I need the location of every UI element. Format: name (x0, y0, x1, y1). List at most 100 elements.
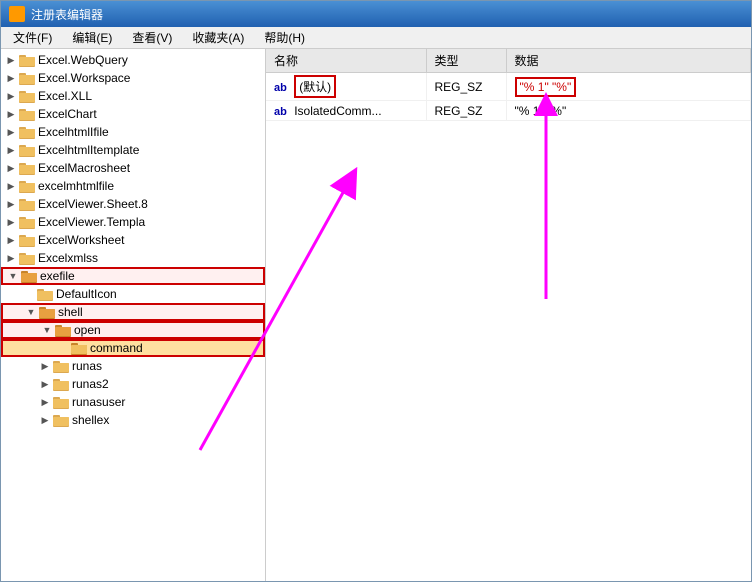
content-area: ▶ Excel.WebQuery ▶ Excel.Workspace ▶ (1, 49, 751, 581)
folder-icon-workspace (19, 71, 35, 85)
menu-view[interactable]: 查看(V) (124, 27, 180, 48)
expander-open[interactable]: ▼ (39, 322, 55, 338)
folder-icon-exefile (21, 269, 37, 283)
expander-mhtmlfile[interactable]: ▶ (3, 178, 19, 194)
expander-viewertmpl[interactable]: ▶ (3, 214, 19, 230)
tree-label-shell: shell (58, 305, 83, 319)
folder-icon-webquery (19, 53, 35, 67)
annotation-arrows (266, 49, 751, 581)
tree-label-mhtmlfile: excelmhtmlfile (38, 179, 114, 193)
folder-icon-shell (39, 305, 55, 319)
reg-name-default[interactable]: ab (默认) (266, 73, 426, 101)
expander-shell[interactable]: ▼ (23, 304, 39, 320)
folder-icon-worksheet (19, 233, 35, 247)
tree-label-xmlss: Excelxmlss (38, 251, 98, 265)
expander-macrosheet[interactable]: ▶ (3, 160, 19, 176)
expander-runasuser[interactable]: ▶ (37, 394, 53, 410)
folder-icon-xmlss (19, 251, 35, 265)
col-header-data: 数据 (506, 49, 751, 73)
tree-item-shell[interactable]: ▼ shell (1, 303, 265, 321)
folder-icon-viewertmpl (19, 215, 35, 229)
folder-icon-command (71, 341, 87, 355)
registry-editor-window: 注册表编辑器 文件(F) 编辑(E) 查看(V) 收藏夹(A) 帮助(H) ▶ … (0, 0, 752, 582)
tree-item-defaulticon[interactable]: ▶ DefaultIcon (1, 285, 265, 303)
folder-icon-runas2 (53, 377, 69, 391)
tree-item-viewertmpl[interactable]: ▶ ExcelViewer.Templa (1, 213, 265, 231)
expander-xll[interactable]: ▶ (3, 88, 19, 104)
folder-icon-chart (19, 107, 35, 121)
tree-item-htmltemplate[interactable]: ▶ ExcelhtmlItemplate (1, 141, 265, 159)
tree-label-shellex: shellex (72, 413, 109, 427)
registry-values-panel: 名称 类型 数据 ab (默认) REG_SZ "% 1" "% (266, 49, 751, 581)
tree-item-htmlfile[interactable]: ▶ ExcelhtmlIfile (1, 123, 265, 141)
tree-label-viewertmpl: ExcelViewer.Templa (38, 215, 145, 229)
tree-item-viewer8[interactable]: ▶ ExcelViewer.Sheet.8 (1, 195, 265, 213)
window-title: 注册表编辑器 (31, 6, 103, 23)
reg-type-isolated: REG_SZ (426, 101, 506, 121)
tree-label-viewer8: ExcelViewer.Sheet.8 (38, 197, 148, 211)
tree-label-xll: Excel.XLL (38, 89, 92, 103)
expander-htmlfile[interactable]: ▶ (3, 124, 19, 140)
tree-item-xll[interactable]: ▶ Excel.XLL (1, 87, 265, 105)
menu-help[interactable]: 帮助(H) (256, 27, 313, 48)
expander-runas2[interactable]: ▶ (37, 376, 53, 392)
app-icon (9, 6, 25, 22)
ab-icon-2: ab (274, 106, 287, 118)
tree-item-worksheet[interactable]: ▶ ExcelWorksheet (1, 231, 265, 249)
tree-label-runas2: runas2 (72, 377, 109, 391)
tree-item-webquery[interactable]: ▶ Excel.WebQuery (1, 51, 265, 69)
menu-favorites[interactable]: 收藏夹(A) (184, 27, 252, 48)
col-header-name: 名称 (266, 49, 426, 73)
tree-label-open: open (74, 323, 101, 337)
expander-webquery[interactable]: ▶ (3, 52, 19, 68)
expander-xmlss[interactable]: ▶ (3, 250, 19, 266)
tree-item-runas2[interactable]: ▶ runas2 (1, 375, 265, 393)
tree-item-exefile[interactable]: ▼ exefile (1, 267, 265, 285)
tree-item-mhtmlfile[interactable]: ▶ excelmhtmlfile (1, 177, 265, 195)
table-row[interactable]: ab IsolatedComm... REG_SZ "% 1" "%" (266, 101, 751, 121)
reg-data-isolated: "% 1" "%" (506, 101, 751, 121)
table-row[interactable]: ab (默认) REG_SZ "% 1" "%" (266, 73, 751, 101)
tree-item-open[interactable]: ▼ open (1, 321, 265, 339)
tree-label-chart: ExcelChart (38, 107, 97, 121)
expander-worksheet[interactable]: ▶ (3, 232, 19, 248)
menu-bar: 文件(F) 编辑(E) 查看(V) 收藏夹(A) 帮助(H) (1, 27, 751, 49)
menu-edit[interactable]: 编辑(E) (64, 27, 120, 48)
registry-table: 名称 类型 数据 ab (默认) REG_SZ "% 1" "% (266, 49, 751, 121)
tree-item-shellex[interactable]: ▶ shellex (1, 411, 265, 429)
expander-viewer8[interactable]: ▶ (3, 196, 19, 212)
reg-data-default: "% 1" "%" (506, 73, 751, 101)
tree-item-xmlss[interactable]: ▶ Excelxmlss (1, 249, 265, 267)
expander-shellex[interactable]: ▶ (37, 412, 53, 428)
tree-label-worksheet: ExcelWorksheet (38, 233, 124, 247)
tree-item-runasuser[interactable]: ▶ runasuser (1, 393, 265, 411)
registry-tree[interactable]: ▶ Excel.WebQuery ▶ Excel.Workspace ▶ (1, 49, 266, 581)
folder-icon-macrosheet (19, 161, 35, 175)
tree-item-command[interactable]: ▶ command (1, 339, 265, 357)
folder-icon-xll (19, 89, 35, 103)
folder-icon-runasuser (53, 395, 69, 409)
expander-htmltemplate[interactable]: ▶ (3, 142, 19, 158)
tree-item-chart[interactable]: ▶ ExcelChart (1, 105, 265, 123)
expander-workspace[interactable]: ▶ (3, 70, 19, 86)
menu-file[interactable]: 文件(F) (5, 27, 60, 48)
expander-chart[interactable]: ▶ (3, 106, 19, 122)
tree-label-htmlfile: ExcelhtmlIfile (38, 125, 109, 139)
folder-icon-htmltemplate (19, 143, 35, 157)
tree-item-runas[interactable]: ▶ runas (1, 357, 265, 375)
tree-label-workspace: Excel.Workspace (38, 71, 130, 85)
tree-label-webquery: Excel.WebQuery (38, 53, 128, 67)
reg-type-default: REG_SZ (426, 73, 506, 101)
tree-label-macrosheet: ExcelMacrosheet (38, 161, 130, 175)
tree-label-command: command (90, 341, 143, 355)
ab-icon-1: ab (274, 82, 287, 94)
tree-item-workspace[interactable]: ▶ Excel.Workspace (1, 69, 265, 87)
folder-icon-defaulticon (37, 287, 53, 301)
tree-item-macrosheet[interactable]: ▶ ExcelMacrosheet (1, 159, 265, 177)
folder-icon-shellex (53, 413, 69, 427)
expander-exefile[interactable]: ▼ (5, 268, 21, 284)
reg-name-isolated[interactable]: ab IsolatedComm... (266, 101, 426, 121)
reg-name-isolated-value: IsolatedComm... (294, 104, 381, 118)
reg-name-default-value: (默认) (294, 75, 336, 98)
expander-runas[interactable]: ▶ (37, 358, 53, 374)
